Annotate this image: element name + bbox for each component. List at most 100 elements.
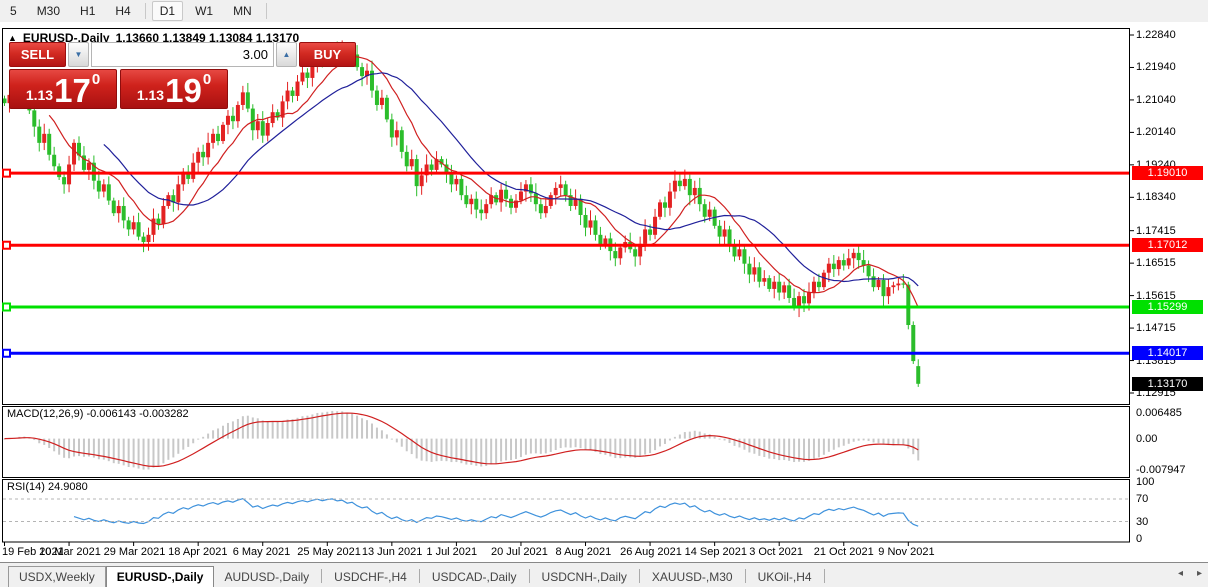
macd-histogram-bar (162, 439, 164, 464)
volume-decrease-button[interactable]: ▼ (68, 42, 89, 67)
candle-body (156, 219, 160, 224)
candle-body (37, 127, 41, 143)
candle-body (807, 293, 811, 304)
macd-histogram-bar (152, 439, 154, 468)
candle-body (747, 264, 751, 275)
sell-price-tile[interactable]: 1.13 17 0 (9, 69, 117, 109)
macd-histogram-bar (818, 439, 820, 458)
macd-histogram-bar (227, 423, 229, 439)
macd-histogram-bar (823, 439, 825, 455)
tab-usdcad-daily[interactable]: USDCAD-,Daily (422, 567, 527, 587)
macd-histogram-bar (664, 439, 666, 444)
volume-increase-button[interactable]: ▲ (276, 42, 297, 67)
candle-body (633, 249, 637, 256)
volume-input[interactable] (91, 42, 274, 67)
candle-body (142, 237, 146, 242)
date-axis-label: 9 Nov 2021 (878, 546, 934, 558)
candle-body (911, 325, 915, 361)
candle-body (683, 179, 687, 186)
tab-scroll-right-icon[interactable]: ▸ (1197, 568, 1202, 579)
macd-histogram-bar (783, 439, 785, 460)
buy-price-tile[interactable]: 1.13 19 0 (120, 69, 228, 109)
candle-body (449, 174, 453, 185)
macd-histogram-bar (560, 439, 562, 448)
spin-down-icon: ▼ (75, 50, 83, 59)
line-anchor-handle[interactable] (3, 242, 10, 249)
tab-usdchf-h4[interactable]: USDCHF-,H4 (324, 567, 417, 587)
candle-body (405, 152, 409, 166)
tab-divider (321, 569, 322, 583)
candle-body (658, 202, 662, 216)
date-axis-label: 3 Oct 2021 (749, 546, 803, 558)
macd-histogram-bar (272, 421, 274, 439)
macd-histogram-bar (68, 439, 70, 459)
macd-histogram-bar (495, 439, 497, 464)
candle-body (777, 282, 781, 293)
candle-body (395, 130, 399, 137)
buy-button[interactable]: BUY (299, 42, 356, 67)
candle-body (663, 202, 667, 207)
macd-histogram-bar (282, 421, 284, 439)
line-price-tag: 1.15299 (1132, 300, 1203, 314)
macd-histogram-bar (431, 439, 433, 462)
rsi-axis-label: 70 (1136, 493, 1148, 505)
macd-histogram-bar (768, 439, 770, 459)
sell-button[interactable]: SELL (9, 42, 66, 67)
macd-histogram-bar (217, 428, 219, 438)
tab-usdcnh-daily[interactable]: USDCNH-,Daily (532, 567, 637, 587)
candle-body (72, 143, 76, 165)
macd-histogram-bar (336, 411, 338, 438)
macd-histogram-bar (232, 421, 234, 438)
macd-histogram-bar (773, 439, 775, 459)
tab-usdx-weekly[interactable]: USDX,Weekly (8, 566, 106, 587)
tab-audusd-daily[interactable]: AUDUSD-,Daily (214, 567, 319, 587)
macd-histogram-bar (401, 439, 403, 447)
line-anchor-handle[interactable] (3, 170, 10, 177)
macd-axis-label: 0.00 (1136, 433, 1157, 445)
candle-body (305, 73, 309, 78)
candle-body (891, 285, 895, 287)
macd-histogram-bar (167, 439, 169, 460)
price-axis-label: 1.20140 (1136, 126, 1176, 138)
macd-histogram-bar (550, 439, 552, 452)
candle-body (484, 204, 488, 213)
rsi-axis-label: 0 (1136, 533, 1142, 545)
candle-body (757, 267, 761, 281)
macd-histogram-bar (212, 430, 214, 438)
candle-body (47, 134, 51, 155)
macd-histogram-bar (614, 439, 616, 458)
date-axis-label: 29 Mar 2021 (104, 546, 166, 558)
price-axis-label: 1.18340 (1136, 191, 1176, 203)
macd-axis-label: -0.007947 (1136, 464, 1186, 476)
tab-scroll-left-icon[interactable]: ◂ (1178, 568, 1183, 579)
macd-histogram-bar (699, 432, 701, 439)
date-axis-label: 1 Jul 2021 (426, 546, 477, 558)
macd-histogram-bar (902, 439, 904, 445)
line-anchor-handle[interactable] (3, 304, 10, 311)
line-anchor-handle[interactable] (3, 350, 10, 357)
candle-body (127, 220, 131, 229)
macd-histogram-bar (187, 439, 189, 447)
candle-body (310, 65, 314, 78)
candle-body (295, 82, 299, 96)
macd-histogram-bar (580, 439, 582, 449)
candle-body (693, 188, 697, 195)
macd-histogram-bar (758, 439, 760, 456)
macd-histogram-bar (287, 420, 289, 439)
candle-body (584, 215, 588, 228)
macd-histogram-bar (331, 411, 333, 439)
macd-histogram-bar (853, 439, 855, 442)
macd-histogram-bar (634, 439, 636, 458)
candle-body (643, 229, 647, 243)
macd-histogram-bar (873, 439, 875, 443)
date-axis-label: 6 May 2021 (233, 546, 290, 558)
tab-xauusd-m30[interactable]: XAUUSD-,M30 (642, 567, 743, 587)
candle-body (231, 116, 235, 121)
date-axis-label: 20 Jul 2021 (491, 546, 548, 558)
macd-histogram-bar (441, 439, 443, 461)
tab-ukoil-h4[interactable]: UKOil-,H4 (748, 567, 822, 587)
price-axis-label: 1.17415 (1136, 225, 1176, 237)
tab-eurusd-daily[interactable]: EURUSD-,Daily (106, 566, 215, 587)
candle-body (241, 92, 245, 105)
macd-histogram-bar (659, 439, 661, 447)
